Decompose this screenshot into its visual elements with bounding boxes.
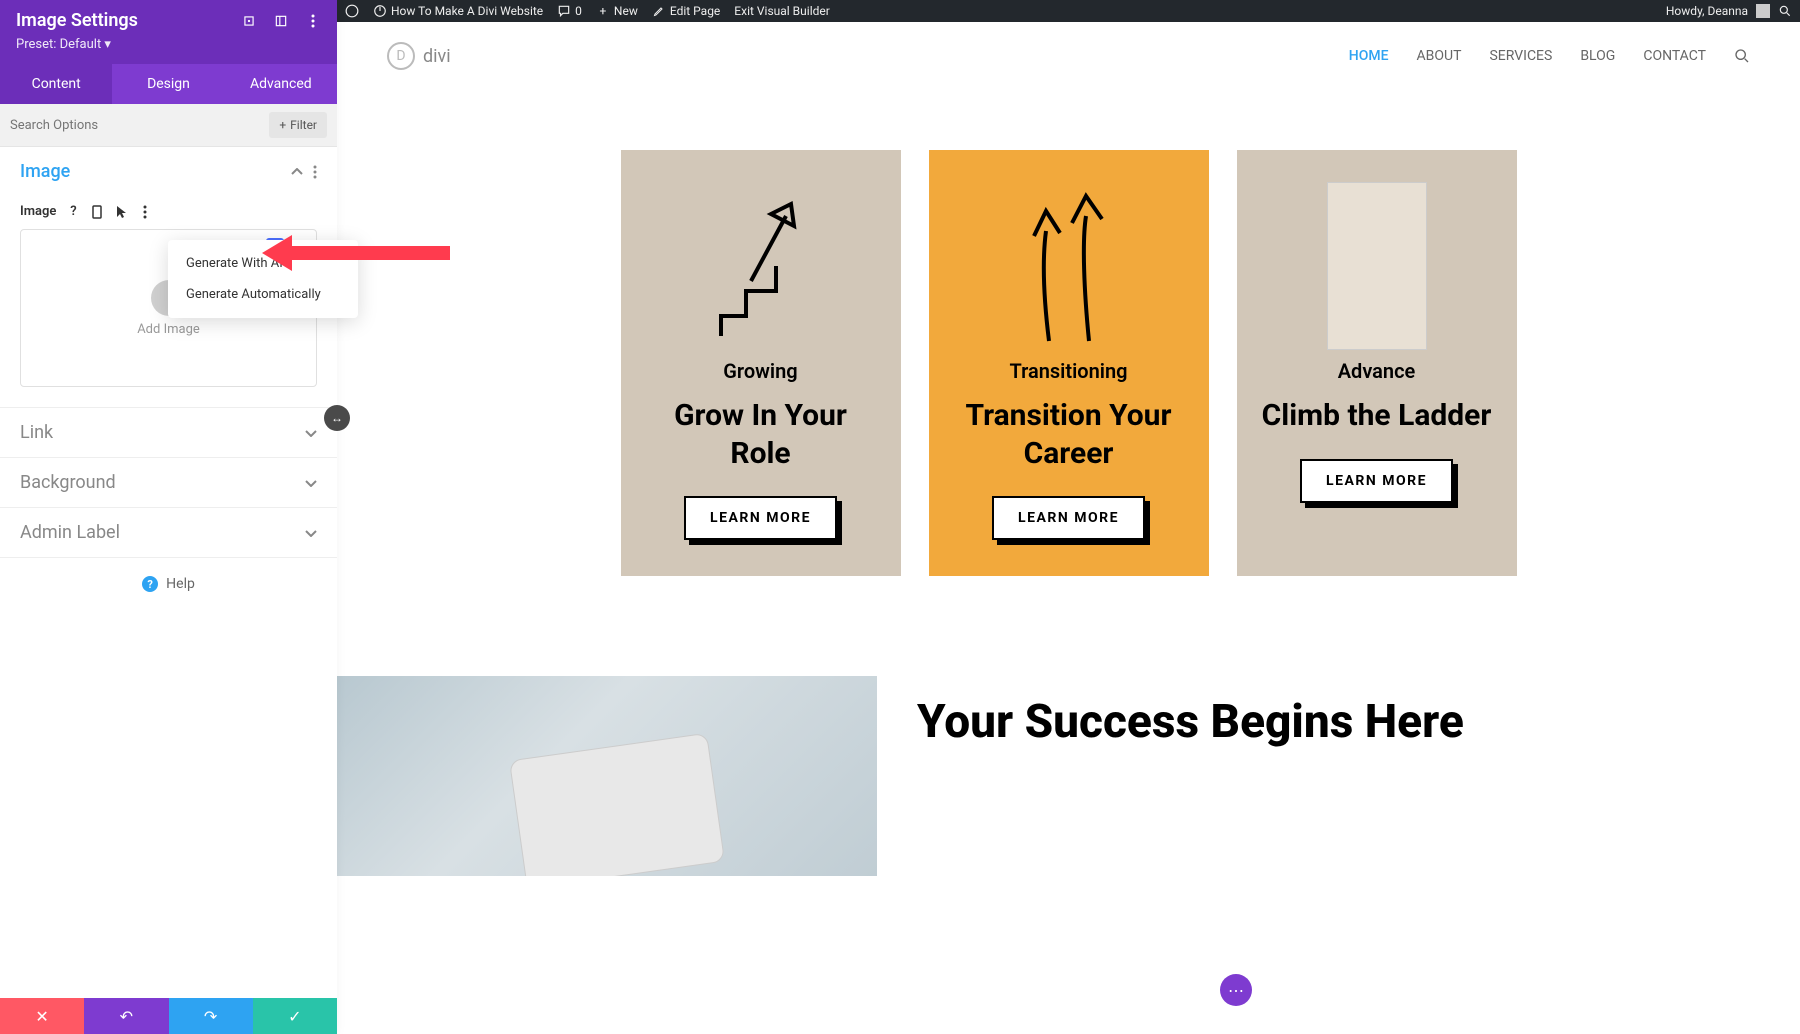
exit-vb-link[interactable]: Exit Visual Builder	[734, 4, 830, 18]
section-title: Link	[20, 422, 53, 443]
card-title: Climb the Ladder	[1262, 397, 1492, 435]
section-image-header[interactable]: Image	[0, 147, 337, 196]
learn-more-button[interactable]: LEARN MORE	[684, 496, 837, 540]
learn-more-button[interactable]: LEARN MORE	[992, 496, 1145, 540]
hero-title: Your Success Begins Here	[917, 696, 1464, 749]
chevron-up-icon	[291, 168, 303, 176]
cursor-icon[interactable]	[114, 205, 128, 219]
card-icon	[1257, 178, 1497, 353]
search-icon[interactable]	[1734, 48, 1750, 64]
filter-button[interactable]: +Filter	[269, 112, 327, 138]
site-title-link[interactable]: How To Make A Divi Website	[373, 4, 543, 18]
new-link[interactable]: +New	[596, 4, 638, 18]
more-icon[interactable]	[313, 165, 317, 179]
section-link-header[interactable]: Link	[0, 408, 337, 457]
learn-more-button[interactable]: LEARN MORE	[1300, 459, 1453, 503]
redo-button[interactable]: ↷	[169, 998, 253, 1034]
tab-design[interactable]: Design	[112, 64, 224, 104]
bottom-actions: ✕ ↶ ↷ ✓	[0, 998, 337, 1034]
nav-contact[interactable]: CONTACT	[1643, 48, 1706, 64]
page-canvas: D divi HOME ABOUT SERVICES BLOG CONTACT …	[337, 22, 1800, 1034]
image-field-label: Image	[20, 204, 56, 219]
hero-image	[337, 676, 877, 876]
section-background-header[interactable]: Background	[0, 458, 337, 507]
nav-blog[interactable]: BLOG	[1580, 48, 1615, 64]
search-row: +Filter	[0, 104, 337, 147]
help-label: Help	[166, 576, 195, 592]
nav-services[interactable]: SERVICES	[1489, 48, 1552, 64]
card-transitioning: Transitioning Transition Your Career LEA…	[929, 150, 1209, 576]
add-image-label: Add Image	[137, 322, 200, 337]
plus-icon: +	[279, 118, 286, 132]
card-subtitle: Transitioning	[1009, 359, 1127, 383]
expand-icon[interactable]	[241, 13, 257, 29]
more-icon[interactable]	[138, 205, 152, 219]
cancel-button[interactable]: ✕	[0, 998, 84, 1034]
settings-sidebar: Image Settings Preset: Default ▾ Content…	[0, 0, 337, 1034]
tab-content[interactable]: Content	[0, 64, 112, 104]
card-icon	[641, 178, 881, 353]
chevron-down-icon	[305, 529, 317, 537]
chevron-down-icon	[305, 479, 317, 487]
sidebar-title: Image Settings	[16, 10, 138, 31]
card-subtitle: Growing	[723, 359, 797, 383]
wordpress-icon[interactable]	[345, 4, 359, 18]
search-input[interactable]	[10, 118, 269, 133]
resize-handle[interactable]: ↔	[324, 405, 350, 431]
more-icon[interactable]	[305, 13, 321, 29]
comments-link[interactable]: 0	[557, 4, 582, 18]
card-icon	[949, 178, 1189, 353]
greeting[interactable]: Howdy, Deanna	[1666, 4, 1748, 18]
main-nav: HOME ABOUT SERVICES BLOG CONTACT	[1349, 48, 1750, 64]
nav-home[interactable]: HOME	[1349, 48, 1389, 64]
section-title: Background	[20, 472, 116, 493]
avatar[interactable]	[1756, 4, 1770, 18]
site-header: D divi HOME ABOUT SERVICES BLOG CONTACT	[337, 22, 1800, 90]
card-subtitle: Advance	[1338, 359, 1416, 383]
card-advance: Advance Climb the Ladder LEARN MORE	[1237, 150, 1517, 576]
generate-automatically-item[interactable]: Generate Automatically	[168, 279, 358, 310]
plus-icon: +	[596, 4, 610, 18]
section-title: Image	[20, 161, 70, 182]
card-title: Transition Your Career	[949, 397, 1189, 472]
search-icon[interactable]	[1778, 4, 1792, 18]
site-logo[interactable]: D divi	[387, 42, 451, 70]
dashboard-icon	[373, 4, 387, 18]
tab-advanced[interactable]: Advanced	[225, 64, 337, 104]
card-growing: Growing Grow In Your Role LEARN MORE	[621, 150, 901, 576]
logo-icon: D	[387, 42, 415, 70]
help-icon: ?	[142, 576, 158, 592]
card-title: Grow In Your Role	[641, 397, 881, 472]
builder-fab[interactable]: ⋯	[1220, 974, 1252, 1006]
undo-button[interactable]: ↶	[84, 998, 168, 1034]
wp-admin-bar: How To Make A Divi Website 0 +New Edit P…	[337, 0, 1800, 22]
cards-row: Growing Grow In Your Role LEARN MORE Tra…	[337, 90, 1800, 616]
chevron-down-icon	[305, 429, 317, 437]
comment-icon	[557, 4, 571, 18]
panel-icon[interactable]	[273, 13, 289, 29]
section-title: Admin Label	[20, 522, 120, 543]
mobile-icon[interactable]	[90, 205, 104, 219]
nav-about[interactable]: ABOUT	[1417, 48, 1462, 64]
section-admin-label-header[interactable]: Admin Label	[0, 508, 337, 557]
save-button[interactable]: ✓	[253, 998, 337, 1034]
help-icon[interactable]: ?	[66, 205, 80, 219]
help-link[interactable]: ? Help	[0, 558, 337, 610]
sidebar-header: Image Settings Preset: Default ▾	[0, 0, 337, 64]
logo-text: divi	[423, 46, 451, 67]
pencil-icon	[652, 4, 666, 18]
hero-section: Your Success Begins Here	[337, 616, 1800, 876]
edit-page-link[interactable]: Edit Page	[652, 4, 720, 18]
settings-tabs: Content Design Advanced	[0, 64, 337, 104]
annotation-arrow	[290, 246, 450, 260]
preset-selector[interactable]: Preset: Default ▾	[16, 37, 321, 52]
